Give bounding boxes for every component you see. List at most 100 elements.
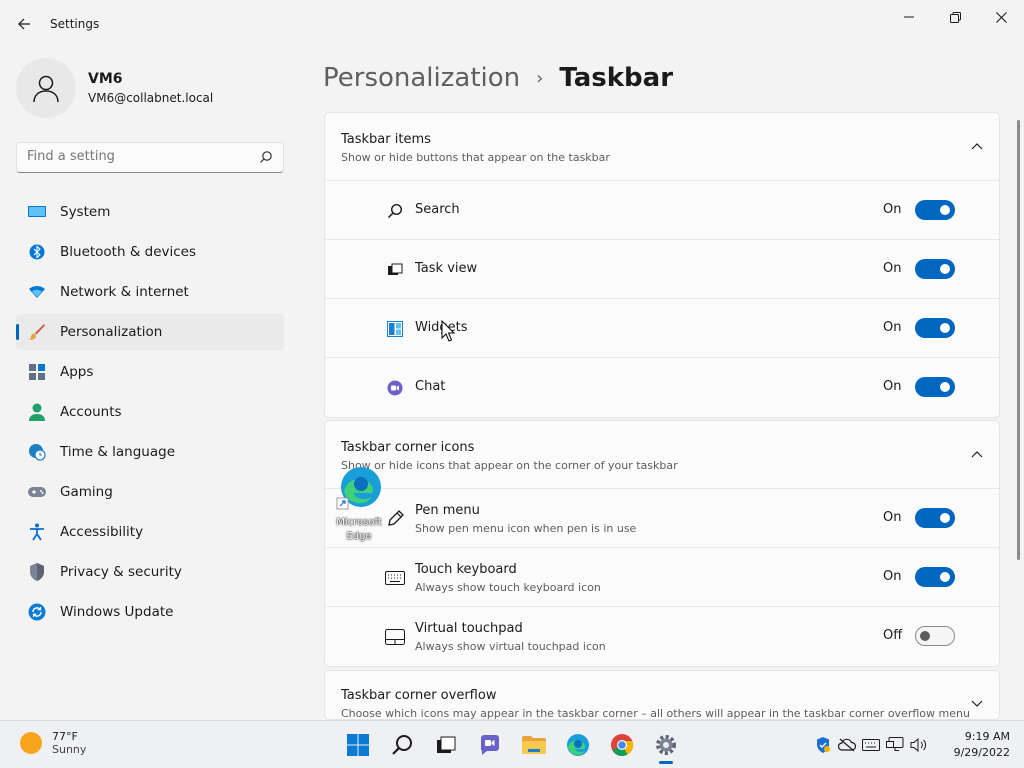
title-bar: Settings [0, 0, 1024, 46]
taskbar-search-button[interactable] [380, 725, 424, 765]
restore-icon [949, 11, 961, 23]
keyboard-icon [385, 568, 405, 588]
edge-button[interactable] [556, 725, 600, 765]
user-name: VM6 [88, 71, 123, 87]
sidebar-item-label: Apps [60, 364, 94, 380]
start-button[interactable] [336, 725, 380, 765]
sidebar-item-bluetooth[interactable]: Bluetooth & devices [16, 234, 284, 270]
settings-app-button[interactable] [644, 725, 688, 765]
close-button[interactable] [978, 4, 1024, 30]
section-title: Taskbar corner icons [341, 440, 475, 455]
avatar [16, 58, 76, 118]
row-description: Always show touch keyboard icon [415, 581, 601, 594]
chat-toggle[interactable] [915, 377, 955, 397]
sidebar-item-system[interactable]: System [16, 194, 284, 230]
row-label: Virtual touchpad [415, 621, 523, 636]
sidebar-item-accessibility[interactable]: Accessibility [16, 514, 284, 550]
search-toggle[interactable] [915, 200, 955, 220]
volume-icon[interactable] [908, 735, 930, 755]
folder-icon [522, 736, 546, 754]
sidebar-item-apps[interactable]: Apps [16, 354, 284, 390]
file-explorer-button[interactable] [512, 725, 556, 765]
setting-row-search: Search On [325, 181, 999, 240]
minimize-button[interactable] [886, 4, 932, 30]
row-description: Always show virtual touchpad icon [415, 640, 606, 653]
person-icon [28, 403, 46, 421]
sidebar-item-time-language[interactable]: Time & language [16, 434, 284, 470]
sidebar-item-label: Privacy & security [60, 564, 182, 580]
chrome-icon [611, 734, 634, 756]
sidebar-item-gaming[interactable]: Gaming [16, 474, 284, 510]
section-subtitle: Choose which icons may appear in the tas… [341, 707, 970, 720]
task-view-toggle[interactable] [915, 259, 955, 279]
setting-row-widgets: Widgets On [325, 299, 999, 358]
section-title: Taskbar corner overflow [341, 688, 497, 703]
minimize-icon [904, 16, 914, 18]
clock-date: 9/29/2022 [953, 746, 1010, 759]
chevron-up-icon[interactable] [971, 139, 983, 154]
sidebar-item-privacy[interactable]: Privacy & security [16, 554, 284, 590]
sidebar-item-label: Time & language [60, 444, 176, 460]
breadcrumb: Personalization › Taskbar [323, 58, 673, 98]
back-button[interactable] [10, 10, 38, 38]
row-label: Search [415, 202, 460, 217]
keyboard-icon[interactable] [860, 735, 882, 755]
chevron-down-icon[interactable] [971, 697, 983, 712]
app-title: Settings [50, 17, 100, 31]
sidebar-item-label: System [60, 204, 111, 220]
sidebar-item-network[interactable]: Network & internet [16, 274, 284, 310]
onedrive-offline-icon[interactable] [836, 735, 858, 755]
scrollbar[interactable] [1017, 120, 1020, 560]
setting-row-chat: Chat On [325, 358, 999, 417]
chrome-button[interactable] [600, 725, 644, 765]
section-title: Taskbar items [341, 132, 431, 147]
user-email: VM6@collabnet.local [88, 91, 214, 105]
taskbar-items-header[interactable]: Taskbar items Show or hide buttons that … [325, 113, 999, 181]
windows-logo-icon [347, 734, 369, 756]
widgets-toggle[interactable] [915, 318, 955, 338]
taskbar-items-section: Taskbar items Show or hide buttons that … [324, 112, 1000, 418]
taskbar-corner-icons-header[interactable]: Taskbar corner icons Show or hide icons … [325, 421, 999, 489]
search-icon [259, 150, 273, 168]
setting-row-touch-keyboard: Touch keyboard Always show touch keyboar… [325, 548, 999, 607]
taskbar-corner-overflow-section[interactable]: Taskbar corner overflow Choose which ico… [324, 670, 1000, 720]
search-icon [385, 201, 405, 221]
sidebar-item-windows-update[interactable]: Windows Update [16, 594, 284, 630]
person-icon [33, 75, 59, 103]
maximize-button[interactable] [932, 4, 978, 30]
wifi-icon [28, 283, 46, 301]
pen-menu-toggle[interactable] [915, 508, 955, 528]
desktop-shortcut-edge[interactable]: Microsoft Edge [330, 462, 388, 542]
toggle-state: On [883, 320, 902, 335]
weather-widget[interactable]: 77°F Sunny [20, 730, 86, 756]
user-profile[interactable]: VM6 VM6@collabnet.local [16, 58, 286, 118]
taskbar: 77°F Sunny 9:19 AM 9/29/2022 [0, 720, 1024, 768]
chat-button[interactable] [468, 725, 512, 765]
network-icon[interactable] [884, 735, 906, 755]
search-icon [392, 735, 412, 755]
row-label: Touch keyboard [415, 562, 517, 577]
search-box[interactable] [16, 142, 284, 173]
globe-clock-icon [28, 443, 46, 461]
row-description: Show pen menu icon when pen is in use [415, 522, 637, 535]
sun-icon [20, 732, 42, 754]
chevron-up-icon[interactable] [971, 447, 983, 462]
weather-condition: Sunny [52, 743, 87, 756]
setting-row-task-view: Task view On [325, 240, 999, 299]
breadcrumb-parent[interactable]: Personalization [323, 63, 520, 93]
security-shield-icon[interactable] [812, 735, 834, 755]
sidebar-item-personalization[interactable]: Personalization [16, 314, 284, 350]
taskbar-clock[interactable]: 9:19 AM 9/29/2022 [950, 729, 1010, 761]
row-label: Task view [415, 261, 478, 276]
touch-keyboard-toggle[interactable] [915, 567, 955, 587]
apps-icon [28, 363, 46, 381]
sidebar-item-accounts[interactable]: Accounts [16, 394, 284, 430]
section-subtitle: Show or hide icons that appear on the co… [341, 459, 678, 472]
close-icon [995, 11, 1007, 23]
setting-row-virtual-touchpad: Virtual touchpad Always show virtual tou… [325, 607, 999, 666]
system-tray [812, 735, 932, 755]
widgets-icon [385, 319, 405, 339]
search-input[interactable] [27, 149, 247, 164]
task-view-button[interactable] [424, 725, 468, 765]
virtual-touchpad-toggle[interactable] [915, 626, 955, 646]
